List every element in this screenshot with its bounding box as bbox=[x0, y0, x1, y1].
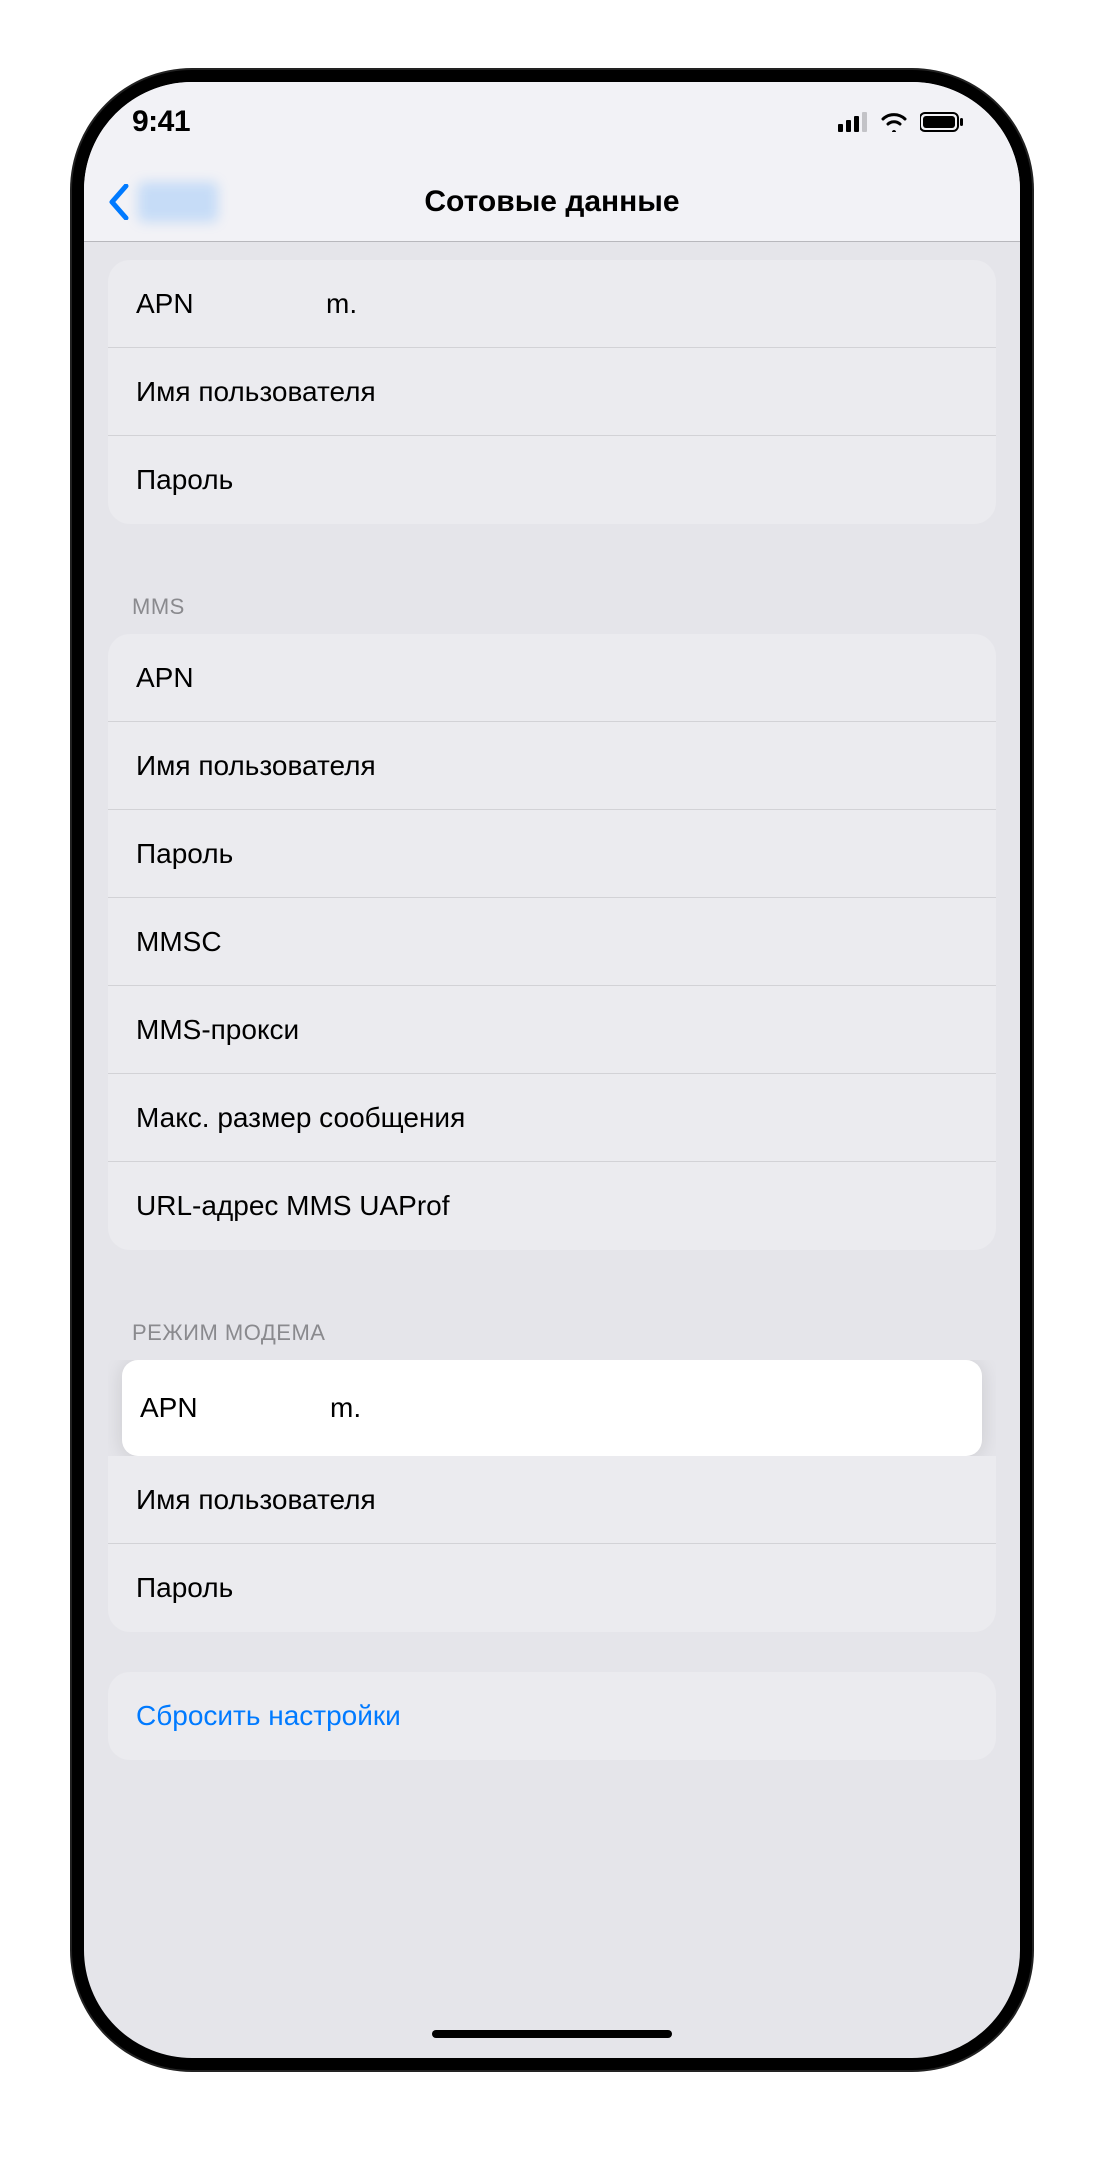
page-title: Сотовые данные bbox=[424, 185, 679, 219]
mms-mmsc-row[interactable]: MMSC bbox=[108, 898, 996, 986]
field-label: Пароль bbox=[136, 1572, 233, 1604]
field-label: Имя пользователя bbox=[136, 376, 376, 408]
status-time: 9:41 bbox=[132, 105, 190, 139]
navbar: Сотовые данные bbox=[84, 162, 1020, 242]
reset-label: Сбросить настройки bbox=[136, 1700, 401, 1732]
field-label: Пароль bbox=[136, 464, 233, 496]
home-indicator[interactable] bbox=[432, 2030, 672, 2038]
mms-apn-row[interactable]: APN bbox=[108, 634, 996, 722]
hotspot-username-row[interactable]: Имя пользователя bbox=[108, 1456, 996, 1544]
cellular-apn-row[interactable]: APN m. bbox=[108, 260, 996, 348]
hotspot-password-row[interactable]: Пароль bbox=[108, 1544, 996, 1632]
cellular-signal-icon bbox=[838, 112, 868, 132]
status-bar: 9:41 bbox=[84, 82, 1020, 162]
field-label: Макс. размер сообщения bbox=[136, 1102, 465, 1134]
field-label: Имя пользователя bbox=[136, 1484, 376, 1516]
cellular-password-row[interactable]: Пароль bbox=[108, 436, 996, 524]
mms-proxy-row[interactable]: MMS-прокси bbox=[108, 986, 996, 1074]
chevron-left-icon bbox=[108, 184, 130, 220]
mms-group: APN Имя пользователя Пароль MMSC MMS-про… bbox=[108, 634, 996, 1250]
mms-max-size-row[interactable]: Макс. размер сообщения bbox=[108, 1074, 996, 1162]
field-value: m. bbox=[330, 1392, 361, 1424]
mms-password-row[interactable]: Пароль bbox=[108, 810, 996, 898]
mms-username-row[interactable]: Имя пользователя bbox=[108, 722, 996, 810]
field-label: MMSC bbox=[136, 926, 222, 958]
status-icons bbox=[838, 112, 964, 132]
cellular-data-group: APN m. Имя пользователя Пароль bbox=[108, 260, 996, 524]
field-label: Пароль bbox=[136, 838, 233, 870]
phone-frame: 9:41 Со bbox=[72, 70, 1032, 2070]
field-label: APN bbox=[136, 662, 194, 694]
field-label: APN bbox=[140, 1392, 330, 1424]
mms-uaprof-row[interactable]: URL-адрес MMS UAProf bbox=[108, 1162, 996, 1250]
back-button[interactable] bbox=[100, 178, 226, 226]
cellular-username-row[interactable]: Имя пользователя bbox=[108, 348, 996, 436]
back-label-blurred bbox=[138, 182, 218, 222]
mms-section-header: MMS bbox=[84, 564, 1020, 634]
reset-settings-button[interactable]: Сбросить настройки bbox=[108, 1672, 996, 1760]
hotspot-group: APN m. Имя пользователя Пароль bbox=[108, 1360, 996, 1632]
content-scroll[interactable]: APN m. Имя пользователя Пароль MMS APN И… bbox=[84, 242, 1020, 2018]
reset-group: Сбросить настройки bbox=[108, 1672, 996, 1760]
hotspot-section-header: РЕЖИМ МОДЕМА bbox=[84, 1290, 1020, 1360]
field-label: URL-адрес MMS UAProf bbox=[136, 1190, 450, 1222]
field-label: APN bbox=[136, 288, 326, 320]
hotspot-apn-row[interactable]: APN m. bbox=[122, 1360, 982, 1456]
field-value: m. bbox=[326, 288, 357, 320]
wifi-icon bbox=[880, 112, 908, 132]
field-label: Имя пользователя bbox=[136, 750, 376, 782]
battery-icon bbox=[920, 112, 964, 132]
field-label: MMS-прокси bbox=[136, 1014, 299, 1046]
